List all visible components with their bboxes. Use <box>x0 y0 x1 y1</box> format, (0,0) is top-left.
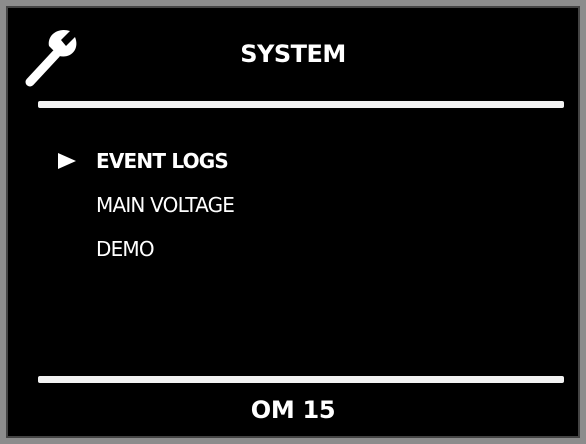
menu-item-demo[interactable]: DEMO <box>56 234 234 278</box>
page-title: SYSTEM <box>240 40 346 68</box>
menu-item-event-logs[interactable]: EVENT LOGS <box>56 146 234 190</box>
menu-item-label: MAIN VOLTAGE <box>96 193 235 217</box>
system-menu: EVENT LOGS MAIN VOLTAGE DEMO <box>56 146 235 278</box>
model-label: OM 15 <box>250 396 336 424</box>
footer-divider <box>38 376 564 383</box>
header-divider <box>38 101 564 108</box>
display-screen: SYSTEM EVENT LOGS MAIN VOLTAGE DEMO OM 1… <box>0 0 586 444</box>
menu-item-main-voltage[interactable]: MAIN VOLTAGE <box>56 190 235 234</box>
selection-arrow-icon <box>58 153 76 169</box>
menu-item-label: EVENT LOGS <box>96 149 229 173</box>
menu-item-label: DEMO <box>96 237 155 261</box>
